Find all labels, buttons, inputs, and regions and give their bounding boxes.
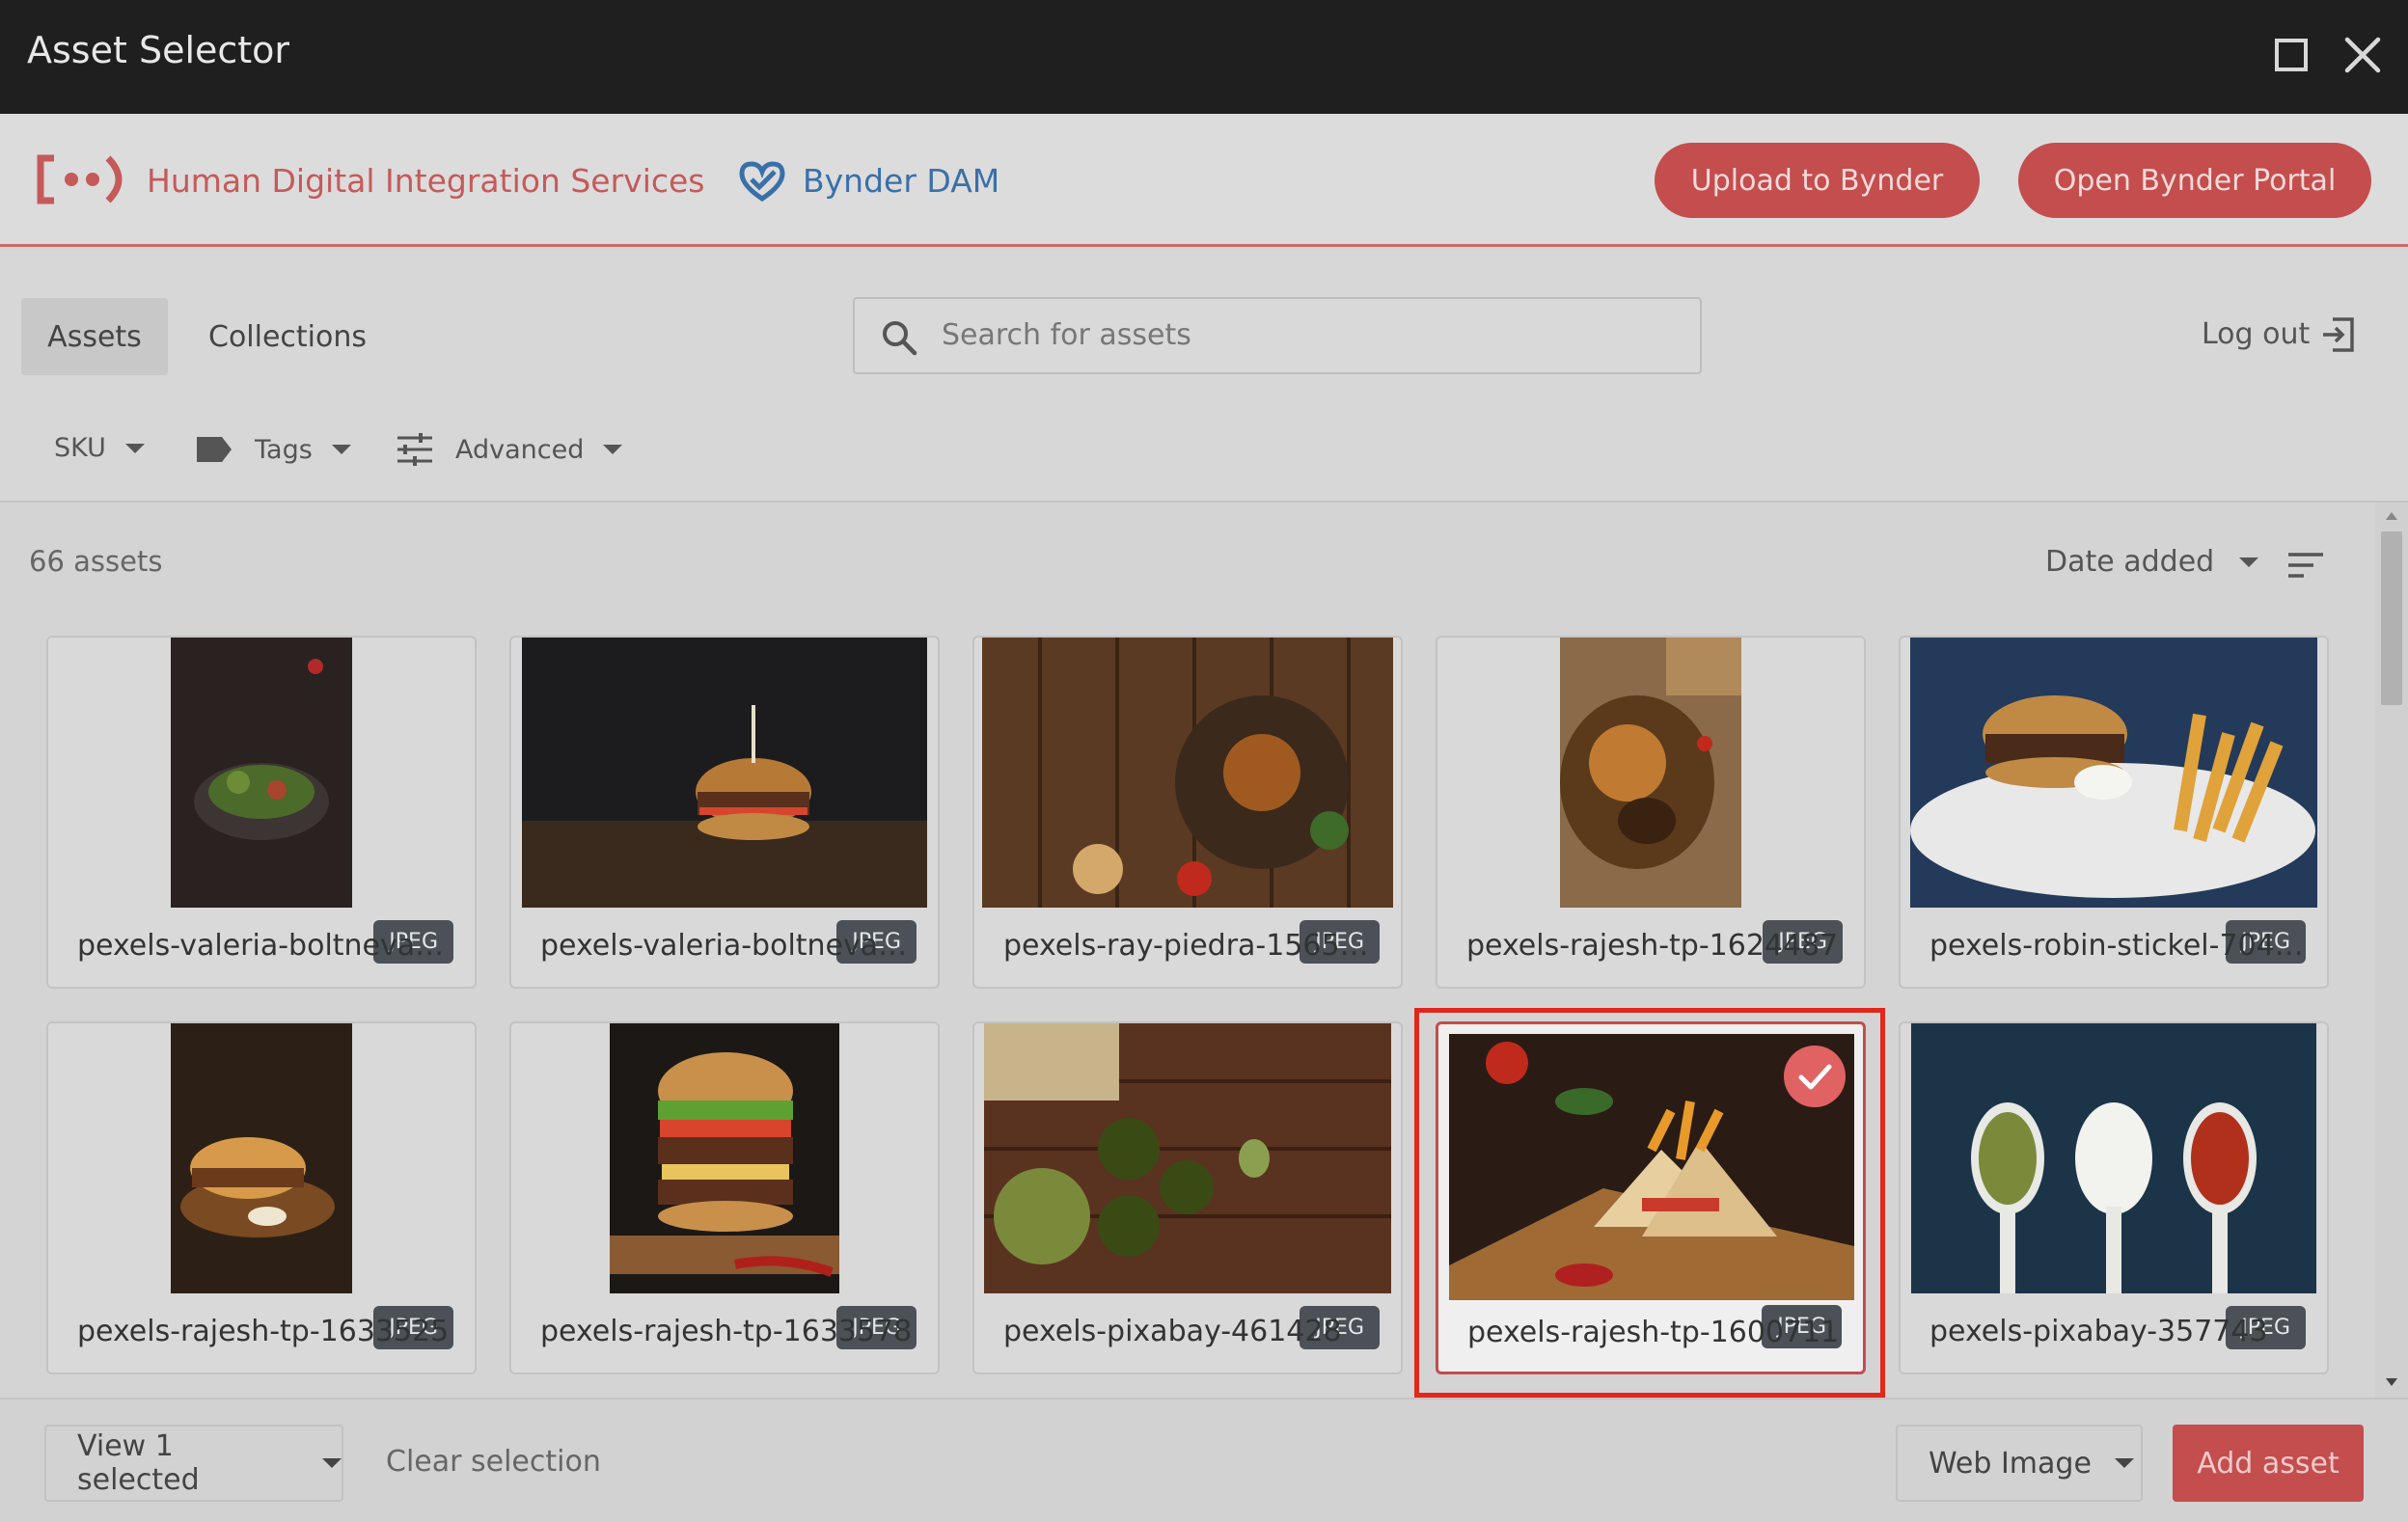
asset-name: pexels-ray-piedra-1565982	[1003, 929, 1380, 963]
search-icon	[883, 321, 917, 356]
asset-card[interactable]: JPEG pexels-ray-piedra-1565982	[972, 636, 1403, 989]
dam-name: Bynder DAM	[803, 162, 1000, 200]
asset-card[interactable]: JPEG pexels-rajesh-tp-1633578	[509, 1021, 940, 1374]
filter-advanced[interactable]: Advanced	[396, 433, 623, 466]
window-titlebar: Asset Selector	[0, 0, 2408, 114]
filter-sku-label: SKU	[54, 433, 106, 463]
asset-name: pexels-robin-stickel-70497	[1929, 929, 2306, 963]
asset-name: pexels-valeria-boltneva-1...	[540, 929, 917, 963]
chevron-down-icon	[322, 1458, 342, 1468]
company-logo	[37, 154, 123, 204]
sort-order-icon[interactable]	[2286, 551, 2325, 580]
clear-selection-button[interactable]: Clear selection	[386, 1445, 601, 1479]
scroll-down-arrow-icon[interactable]	[2386, 1378, 2397, 1386]
asset-thumbnail	[1560, 638, 1741, 908]
asset-card[interactable]: JPEG pexels-valeria-boltneva-1...	[509, 636, 940, 989]
window-title: Asset Selector	[27, 29, 290, 71]
chevron-down-icon	[331, 445, 351, 454]
chevron-down-icon	[603, 445, 623, 454]
asset-card[interactable]: JPEG pexels-valeria-boltneva-8...	[46, 636, 477, 989]
bynder-logo	[739, 161, 785, 203]
tab-assets[interactable]: Assets	[21, 298, 168, 375]
filter-tags-label: Tags	[255, 434, 313, 465]
maximize-icon[interactable]	[2275, 39, 2308, 71]
asset-grid-area: 66 assets Date added JPEG pexels-valeria…	[0, 503, 2375, 1398]
chevron-down-icon	[2239, 557, 2259, 567]
tag-icon	[197, 437, 232, 462]
asset-count: 66 assets	[29, 545, 163, 578]
logout-icon[interactable]	[2319, 315, 2358, 354]
scrollbar[interactable]	[2375, 503, 2408, 1398]
asset-thumbnail	[1911, 1023, 2316, 1293]
brand-header: Human Digital Integration Services Bynde…	[0, 114, 2408, 247]
scrollbar-thumb[interactable]	[2381, 531, 2402, 705]
filter-sku[interactable]: SKU	[54, 433, 145, 463]
asset-name: pexels-valeria-boltneva-8...	[77, 929, 453, 963]
sort-dropdown[interactable]: Date added	[2045, 545, 2259, 579]
company-name: Human Digital Integration Services	[147, 162, 705, 200]
asset-card[interactable]: JPEG pexels-pixabay-461428	[972, 1021, 1403, 1374]
asset-thumbnail	[984, 1023, 1391, 1293]
chevron-down-icon	[2114, 1458, 2134, 1468]
view-selected-label: View 1 selected	[77, 1429, 200, 1497]
asset-name: pexels-rajesh-tp-1624487	[1466, 929, 1839, 963]
asset-card[interactable]: JPEG pexels-rajesh-tp-1633525	[46, 1021, 477, 1374]
filter-tags[interactable]: Tags	[195, 433, 351, 466]
asset-card[interactable]: JPEG pexels-robin-stickel-70497	[1899, 636, 2329, 989]
asset-name: pexels-rajesh-tp-1633578	[540, 1315, 913, 1348]
view-selected-dropdown[interactable]: View 1 selected	[44, 1425, 343, 1502]
open-bynder-portal-button[interactable]: Open Bynder Portal	[2018, 143, 2371, 218]
footer-bar: View 1 selected Clear selection Web Imag…	[0, 1398, 2408, 1522]
scroll-up-arrow-icon[interactable]	[2386, 512, 2397, 520]
asset-card[interactable]: JPEG pexels-rajesh-tp-1624487	[1436, 636, 1866, 989]
sort-label: Date added	[2045, 545, 2215, 579]
tab-collections[interactable]: Collections	[176, 298, 399, 375]
close-icon[interactable]	[2342, 35, 2383, 75]
asset-thumbnail	[1910, 638, 2317, 908]
toolbar: Assets Collections Search for assets Log…	[0, 250, 2408, 503]
asset-thumbnail	[610, 1023, 839, 1293]
search-input[interactable]: Search for assets	[853, 297, 1702, 374]
chevron-down-icon	[124, 443, 145, 453]
asset-thumbnail	[982, 638, 1393, 908]
sliders-icon	[397, 433, 432, 466]
selection-highlight	[1414, 1008, 1885, 1398]
upload-to-bynder-button[interactable]: Upload to Bynder	[1655, 143, 1980, 218]
asset-thumbnail	[171, 638, 352, 908]
asset-name: pexels-rajesh-tp-1633525	[77, 1315, 450, 1348]
search-placeholder: Search for assets	[942, 318, 1191, 352]
asset-name: pexels-pixabay-357743	[1929, 1315, 2268, 1348]
logout-link[interactable]: Log out	[2202, 317, 2310, 351]
asset-name: pexels-pixabay-461428	[1003, 1315, 1342, 1348]
filter-advanced-label: Advanced	[455, 434, 585, 465]
asset-card[interactable]: JPEG pexels-pixabay-357743	[1899, 1021, 2329, 1374]
format-dropdown[interactable]: Web Image	[1896, 1425, 2143, 1502]
asset-thumbnail	[522, 638, 927, 908]
format-label: Web Image	[1929, 1446, 2092, 1481]
asset-thumbnail	[171, 1023, 352, 1293]
add-asset-button[interactable]: Add asset	[2173, 1425, 2364, 1502]
